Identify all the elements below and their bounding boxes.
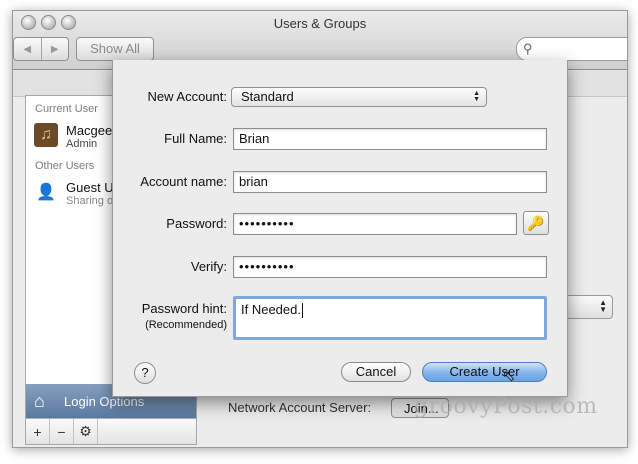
account-name-field[interactable]: brian (233, 171, 547, 193)
search-icon: ⚲ (523, 41, 533, 56)
full-name-label: Full Name: (164, 131, 227, 146)
text-caret (302, 303, 303, 319)
mouse-pointer-icon: ⬁ (502, 368, 516, 385)
guest-sub: Sharing o (66, 195, 114, 207)
user-role: Admin (66, 138, 98, 150)
window-title: Users & Groups (273, 16, 367, 31)
new-account-sheet: New Account: Standard ▲ ▼ Full Name: Bria… (112, 60, 568, 397)
password-hint-value: If Needed. (241, 302, 301, 317)
create-user-button[interactable]: Create User (422, 362, 547, 382)
house-icon: ⌂ (34, 391, 45, 411)
other-users-header: Other Users (35, 160, 95, 172)
recommended-label: (Recommended) (145, 319, 227, 331)
select-arrows-icon: ▲ ▼ (473, 90, 480, 103)
remove-user-button[interactable]: − (50, 419, 74, 444)
background-popup[interactable]: ▲ ▼ (565, 295, 613, 319)
cancel-button[interactable]: Cancel (341, 362, 411, 382)
account-type-select[interactable]: Standard ▲ ▼ (231, 87, 487, 107)
network-account-label: Network Account Server: (228, 400, 372, 415)
key-icon[interactable]: 🔑 (523, 211, 549, 235)
search-field[interactable]: ⚲ (516, 37, 627, 61)
popup-arrows-icon: ▲ ▼ (599, 298, 607, 314)
password-hint-label: Password hint: (141, 301, 227, 316)
back-button[interactable]: ◀ (14, 38, 41, 60)
back-forward-control: ◀ ▶ (13, 37, 69, 61)
current-user-header: Current User (35, 103, 98, 115)
guitar-avatar-icon: ♫ (34, 123, 58, 147)
watermark: groovyPost.com (414, 394, 598, 419)
user-name: Macgeek (66, 123, 119, 138)
forward-button[interactable]: ▶ (40, 38, 69, 60)
guest-name: Guest U (66, 180, 114, 195)
person-silhouette-icon: 👤 (36, 184, 56, 201)
show-all-button[interactable]: Show All (76, 37, 154, 61)
gear-icon[interactable]: ⚙ (74, 419, 98, 444)
password-label: Password: (166, 216, 227, 231)
account-name-label: Account name: (140, 174, 227, 189)
verify-field[interactable]: •••••••••• (233, 256, 547, 278)
help-button[interactable]: ? (134, 362, 156, 384)
new-account-label: New Account: (147, 89, 228, 104)
password-hint-field[interactable]: If Needed. (233, 296, 547, 340)
verify-label: Verify: (190, 259, 227, 274)
add-user-button[interactable]: + (26, 419, 50, 444)
full-name-field[interactable]: Brian (233, 128, 547, 150)
password-field[interactable]: •••••••••• (233, 213, 517, 235)
sidebar-toolbar: + − ⚙ (26, 418, 196, 444)
account-type-value: Standard (241, 89, 294, 104)
